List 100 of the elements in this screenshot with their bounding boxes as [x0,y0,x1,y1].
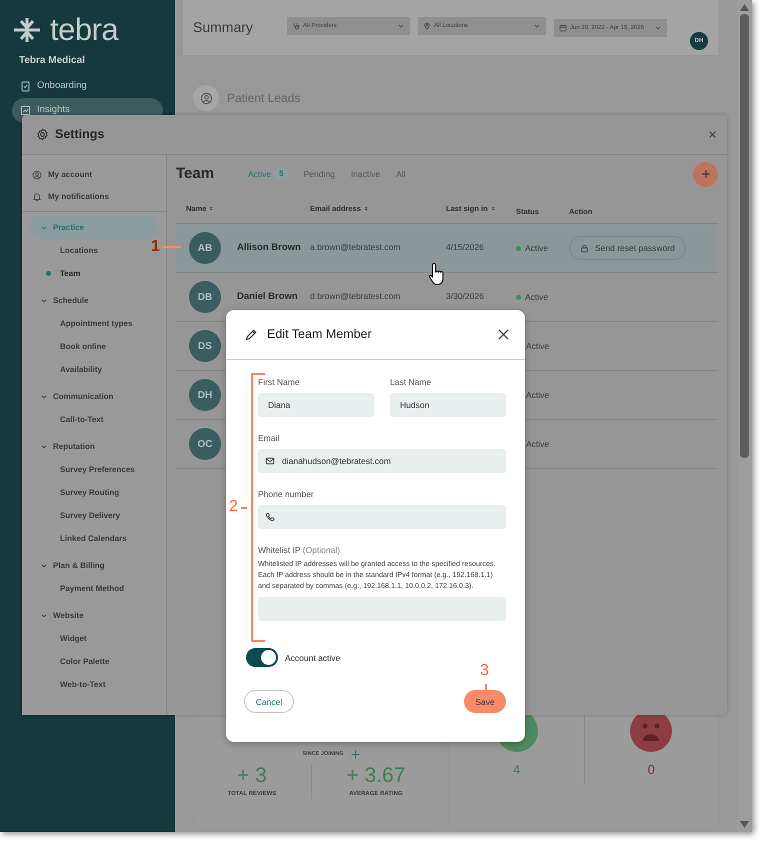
date-cell: 3/30/2026 [446,291,484,302]
nav-item[interactable]: Payment Method [22,577,128,600]
settings-icon [36,128,49,141]
cursor-icon [428,262,446,286]
input-field[interactable]: Hudson [390,393,506,417]
reset-password-button[interactable]: Send reset password [569,236,686,260]
location-pin-icon [423,22,431,30]
metric-value: + 3 [236,765,268,786]
sidebar-item[interactable]: Onboarding [12,74,163,98]
callout-number: 3 [480,663,489,679]
status-text: Active [526,388,550,402]
status-text: Active [525,290,548,304]
scroll-up-icon[interactable] [740,4,749,11]
settings-nav-item[interactable]: My notifications [22,186,113,208]
pencil-icon [244,328,258,342]
nav-group[interactable]: Website [30,604,158,627]
field-label: First Name [258,376,301,388]
email-field[interactable]: dianahudson@tebratest.com [258,449,506,473]
nav-item[interactable]: Survey Delivery [22,504,124,527]
nav-item[interactable]: Widget [22,627,91,650]
close-button[interactable] [496,327,511,342]
callout-line [162,246,181,248]
logo-text: tebra [50,14,118,45]
user-avatar: DH [189,379,221,411]
settings-nav-item[interactable]: My account [22,164,96,186]
nav-item[interactable]: Survey Routing [22,481,124,504]
nav-item[interactable]: Linked Calendars [22,527,131,550]
nav-item[interactable]: Call-to-Text [22,408,108,431]
nav-group[interactable]: Practice [30,216,158,239]
practice-name: Tebra Medical [19,54,86,68]
toggle-switch[interactable] [246,648,278,668]
member-name: Allison Brown [237,240,301,255]
plus-icon [700,168,712,180]
tab[interactable]: Pending [304,168,343,180]
lock-icon [580,244,589,252]
status-text: Active [526,340,550,352]
stethoscope-icon [292,22,300,30]
envelope-icon [265,456,275,466]
field-label: Email [258,432,280,444]
insights-icon [20,104,31,116]
status-text: Active [526,438,550,450]
field-label: Whitelist IP (Optional) [258,544,342,556]
nav-group[interactable]: Schedule [30,289,158,312]
tab[interactable]: Inactive [350,168,388,180]
nav-item[interactable]: Availability [22,358,106,381]
plus-icon [351,750,360,759]
scrollbar-thumb[interactable] [740,14,749,458]
sentiment-count: 4 [513,761,520,779]
calendar-icon [559,24,567,32]
onboarding-icon [20,80,31,92]
toggle-label: Account active [285,652,340,664]
status-dot [516,294,521,300]
logo-icon [12,16,42,44]
tab[interactable]: All [396,168,414,180]
user-avatar: AB [189,232,221,264]
user-avatar: DB [189,281,221,313]
nav-item[interactable]: Book online [22,335,110,358]
date-cell: 4/15/2026 [446,242,484,252]
callout-number: 1 [151,239,160,255]
page-title: Summary [193,18,254,37]
nav-group[interactable]: Reputation [30,435,158,458]
email-cell: a.brown@tebratest.com [310,242,400,252]
callout-number: 2 [229,499,238,515]
count-badge: 5 [275,168,288,180]
nav-item[interactable]: Color Palette [22,650,114,673]
add-button[interactable] [693,162,718,186]
cancel-button[interactable]: Cancel [244,690,294,714]
nav-item[interactable]: Survey Preferences [22,458,139,481]
user-avatar: OC [189,428,221,460]
phone-icon [265,512,275,522]
nav-item[interactable]: Web-to-Text [22,673,110,696]
chevron-icon [40,296,48,304]
scrollbar[interactable] [737,0,752,832]
bell-icon [32,192,42,202]
save-button[interactable]: Save [464,690,506,714]
email-cell: d.brown@tebratest.com [310,291,400,302]
section-title: Team [176,164,216,184]
tab[interactable]: Active 5 [248,168,296,180]
field-label: Phone number [258,488,315,500]
table-row[interactable]: AB Allison Brown a.brown@tebratest.com 4/15/2026 Active Send reset password [176,223,718,272]
caret-icon [533,22,541,30]
user-circle-icon [32,170,42,180]
chevron-icon [40,392,48,400]
caret-icon [397,22,405,30]
chevron-icon [40,224,48,232]
scroll-down-icon[interactable] [740,821,749,828]
close-icon [496,327,511,342]
input-field[interactable]: Diana [258,393,374,417]
nav-group[interactable]: Plan & Billing [30,554,158,577]
nav-item[interactable]: Locations [22,239,102,262]
caret-icon [654,24,662,32]
member-name: Daniel Brown [237,290,298,304]
phone-field[interactable] [258,505,506,529]
panel-title: Settings [55,126,104,144]
close-button[interactable] [708,130,717,139]
nav-item[interactable]: Appointment types [22,312,136,335]
nav-group[interactable]: Communication [30,385,158,408]
user-avatar: DS [189,330,221,362]
email-input[interactable]: dianahudson@tebratest.com [282,454,499,468]
nav-item[interactable]: Team [22,262,84,285]
